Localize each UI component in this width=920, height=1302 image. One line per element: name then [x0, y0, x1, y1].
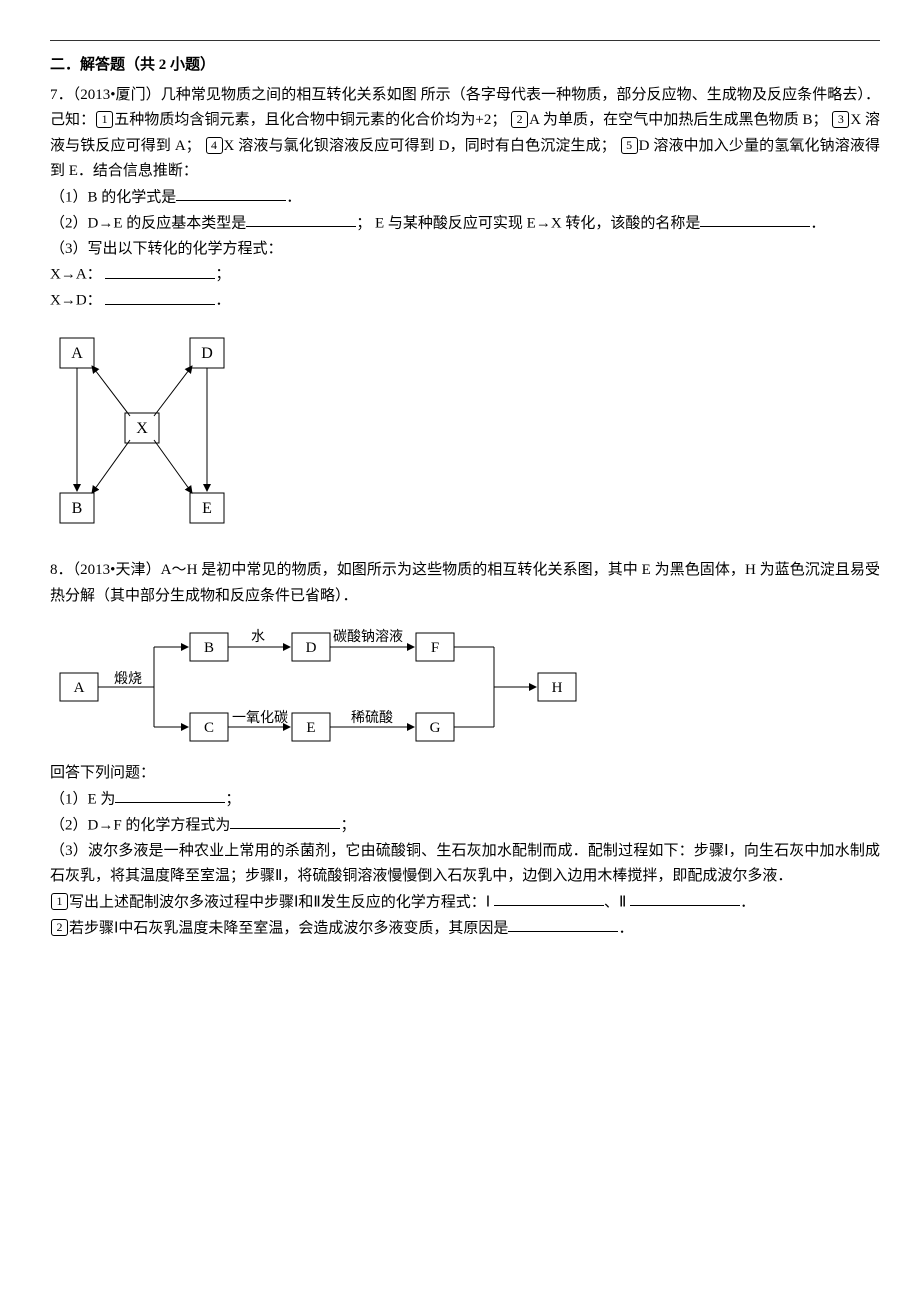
q7-p1b: ． — [286, 189, 301, 205]
blank — [105, 288, 215, 305]
box-b: B — [72, 500, 83, 517]
q7-p2b: ； E 与某种酸反应可实现 E→X 转化，该酸的名称是 — [356, 215, 700, 231]
q8-answer-prompt: 回答下列问题： — [50, 761, 880, 787]
q7-p3a2: ； — [215, 267, 230, 283]
blank — [230, 813, 340, 830]
q8-p1: （1）E 为 ； — [50, 787, 880, 813]
q7-p3b: X→D： ． — [50, 288, 880, 314]
circled-2: 2 — [51, 919, 68, 936]
box-d: D — [306, 640, 317, 656]
box-a: A — [71, 345, 83, 362]
label-co: 一氧化碳 — [232, 710, 288, 726]
box-b: B — [204, 640, 214, 656]
box-x: X — [136, 420, 148, 437]
question-8: 8．（2013•天津）A～H 是初中常见的物质，如图所示为这些物质的相互转化关系… — [50, 558, 880, 942]
box-e: E — [202, 500, 212, 517]
section-title: 二．解答题（共 2 小题） — [50, 53, 880, 79]
box-h: H — [552, 680, 563, 696]
q8-p3-2b: ． — [618, 920, 633, 936]
q8-p2b: ； — [340, 817, 355, 833]
box-c: C — [204, 720, 214, 736]
q7-p3: （3）写出以下转化的化学方程式： — [50, 237, 880, 263]
question-7: 7．（2013•厦门）几种常见物质之间的相互转化关系如图 所示（各字母代表一种物… — [50, 83, 880, 539]
box-f: F — [431, 640, 439, 656]
q8-p3-1: 1写出上述配制波尔多液过程中步骤Ⅰ和Ⅱ发生反应的化学方程式：Ⅰ 、Ⅱ ． — [50, 890, 880, 916]
q8-p1a: （1）E 为 — [50, 791, 115, 807]
box-a: A — [74, 680, 85, 696]
label-water: 水 — [251, 629, 265, 645]
q7-p1a: （1）B 的化学式是 — [50, 189, 176, 205]
q7-p2c: ． — [810, 215, 825, 231]
q8-p1b: ； — [225, 791, 240, 807]
circled-3: 3 — [832, 111, 849, 128]
q7-p2a: （2）D→E 的反应基本类型是 — [50, 215, 246, 231]
blank — [105, 262, 215, 279]
q8-p3: （3）波尔多液是一种农业上常用的杀菌剂，它由硫酸铜、生石灰加水配制而成．配制过程… — [50, 839, 880, 890]
q8-p3-1b: 、Ⅱ — [604, 894, 626, 910]
label-duan: 煅烧 — [114, 671, 142, 687]
q7-c2: A 为单质，在空气中加热后生成黑色物质 B； — [529, 112, 831, 128]
q7-p3a1: X→A： — [50, 267, 102, 283]
q8-p3-1c: ． — [740, 894, 755, 910]
blank — [700, 211, 810, 228]
q7-p3b1: X→D： — [50, 293, 102, 309]
q7-p3a: X→A： ； — [50, 262, 880, 288]
q8-p2: （2）D→F 的化学方程式为 ； — [50, 813, 880, 839]
blank — [630, 890, 740, 907]
q8-p3-2: 2若步骤Ⅰ中石灰乳温度未降至室温，会造成波尔多液变质，其原因是 ． — [50, 916, 880, 942]
box-d: D — [201, 345, 213, 362]
blank — [246, 211, 356, 228]
q7-p1: （1）B 的化学式是 ． — [50, 185, 880, 211]
circled-2: 2 — [511, 111, 528, 128]
q8-p3-2a: 若步骤Ⅰ中石灰乳温度未降至室温，会造成波尔多液变质，其原因是 — [69, 920, 508, 936]
label-h2so4: 稀硫酸 — [351, 710, 393, 726]
circled-5: 5 — [621, 137, 638, 154]
q8-diagram: A 煅烧 B C 水 一氧化碳 D E — [50, 623, 880, 753]
q7-p3b2: ． — [215, 293, 230, 309]
q7-body: 7．（2013•厦门）几种常见物质之间的相互转化关系如图 所示（各字母代表一种物… — [50, 83, 880, 185]
q7-diagram: A D X B E — [50, 328, 880, 538]
q7-c4: X 溶液与氯化钡溶液反应可得到 D，同时有白色沉淀生成； — [224, 138, 620, 154]
q8-header: 8．（2013•天津）A～H 是初中常见的物质，如图所示为这些物质的相互转化关系… — [50, 558, 880, 609]
label-na2co3: 碳酸钠溶液 — [333, 629, 403, 645]
blank — [494, 890, 604, 907]
top-rule — [50, 40, 880, 41]
blank — [508, 916, 618, 933]
box-e: E — [306, 720, 315, 736]
circled-4: 4 — [206, 137, 223, 154]
q8-p2a: （2）D→F 的化学方程式为 — [50, 817, 230, 833]
circled-1: 1 — [96, 111, 113, 128]
box-g: G — [430, 720, 441, 736]
blank — [176, 185, 286, 202]
circled-1: 1 — [51, 893, 68, 910]
blank — [115, 787, 225, 804]
q7-p2: （2）D→E 的反应基本类型是 ； E 与某种酸反应可实现 E→X 转化，该酸的名… — [50, 211, 880, 237]
q7-c1: 五种物质均含铜元素，且化合物中铜元素的化合价均为+2； — [114, 112, 510, 128]
q8-p3-1a: 写出上述配制波尔多液过程中步骤Ⅰ和Ⅱ发生反应的化学方程式：Ⅰ — [69, 894, 490, 910]
